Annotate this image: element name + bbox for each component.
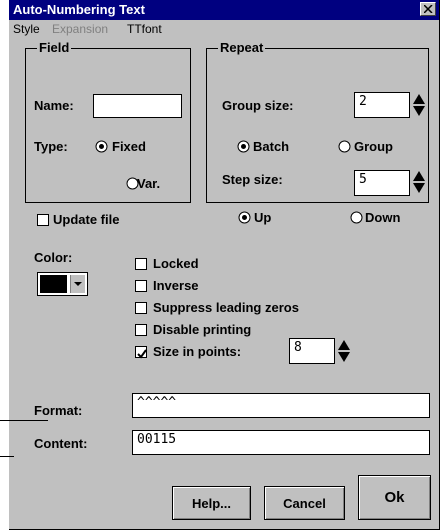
chevron-down-icon <box>74 282 82 286</box>
locked-label: Locked <box>153 256 199 271</box>
disable-printing-checkbox[interactable] <box>135 324 147 336</box>
step-size-spinner[interactable] <box>412 170 426 194</box>
close-icon <box>424 5 433 13</box>
repeat-group-legend: Repeat <box>218 40 266 55</box>
fixed-label: Fixed <box>112 139 146 154</box>
title-bar[interactable]: Auto-Numbering Text <box>9 0 439 20</box>
color-dropdown-button[interactable] <box>70 275 85 293</box>
radio-down[interactable] <box>350 211 363 224</box>
group-size-label: Group size: <box>222 98 294 113</box>
spin-down-icon[interactable] <box>338 352 350 362</box>
group-label: Group <box>354 139 393 154</box>
callout-line-content <box>0 456 14 457</box>
disable-printing-label: Disable printing <box>153 322 252 337</box>
menu-bar: Style Expansion TTfont <box>9 20 439 38</box>
inverse-label: Inverse <box>153 278 199 293</box>
group-size-input[interactable]: 2 <box>354 92 410 118</box>
batch-label: Batch <box>253 139 290 154</box>
up-label: Up <box>254 210 272 225</box>
help-button[interactable]: Help... <box>172 486 251 520</box>
cancel-button[interactable]: Cancel <box>264 486 345 520</box>
type-label: Type: <box>34 139 68 154</box>
spin-down-icon[interactable] <box>413 183 425 193</box>
callout-line-format <box>0 420 48 421</box>
size-in-points-label: Size in points: <box>153 344 242 359</box>
var-label: Var. <box>137 176 161 191</box>
update-file-label: Update file <box>53 212 120 227</box>
locked-checkbox[interactable] <box>135 258 147 270</box>
update-file-checkbox[interactable] <box>37 214 49 226</box>
inverse-checkbox[interactable] <box>135 280 147 292</box>
name-input[interactable] <box>93 94 182 118</box>
spin-up-icon[interactable] <box>413 94 425 104</box>
content-input[interactable]: 00115 <box>132 430 430 455</box>
field-group-legend: Field <box>37 40 72 55</box>
auto-numbering-dialog: Auto-Numbering Text Style Expansion TTfo… <box>9 0 440 530</box>
checkmark-icon <box>137 349 147 359</box>
step-size-input[interactable]: 5 <box>354 170 410 196</box>
radio-group[interactable] <box>338 140 351 153</box>
color-picker[interactable] <box>37 272 88 296</box>
step-size-label: Step size: <box>222 172 283 187</box>
color-label: Color: <box>34 250 73 265</box>
close-button[interactable] <box>420 2 436 16</box>
spin-down-icon[interactable] <box>413 106 425 116</box>
radio-fixed[interactable] <box>95 140 108 153</box>
group-size-spinner[interactable] <box>412 93 426 117</box>
spin-up-icon[interactable] <box>413 171 425 181</box>
content-label: Content: <box>34 436 88 451</box>
window-title: Auto-Numbering Text <box>13 2 145 17</box>
format-input[interactable]: ^^^^^ <box>132 393 430 418</box>
down-label: Down <box>365 210 401 225</box>
field-group <box>25 48 191 203</box>
name-label: Name: <box>34 98 74 113</box>
size-in-points-checkbox[interactable] <box>135 346 147 359</box>
suppress-zeros-checkbox[interactable] <box>135 302 147 314</box>
format-label: Format: <box>34 403 83 418</box>
menu-ttfont[interactable]: TTfont <box>127 22 162 36</box>
color-swatch <box>40 275 67 293</box>
radio-batch[interactable] <box>237 140 250 153</box>
ok-button[interactable]: Ok <box>358 475 431 520</box>
suppress-zeros-label: Suppress leading zeros <box>153 300 299 315</box>
spin-up-icon[interactable] <box>338 340 350 350</box>
size-spinner[interactable] <box>337 339 351 363</box>
size-in-points-input[interactable]: 8 <box>289 338 335 364</box>
menu-expansion[interactable]: Expansion <box>52 22 108 36</box>
radio-up[interactable] <box>238 211 251 224</box>
menu-style[interactable]: Style <box>13 22 40 36</box>
